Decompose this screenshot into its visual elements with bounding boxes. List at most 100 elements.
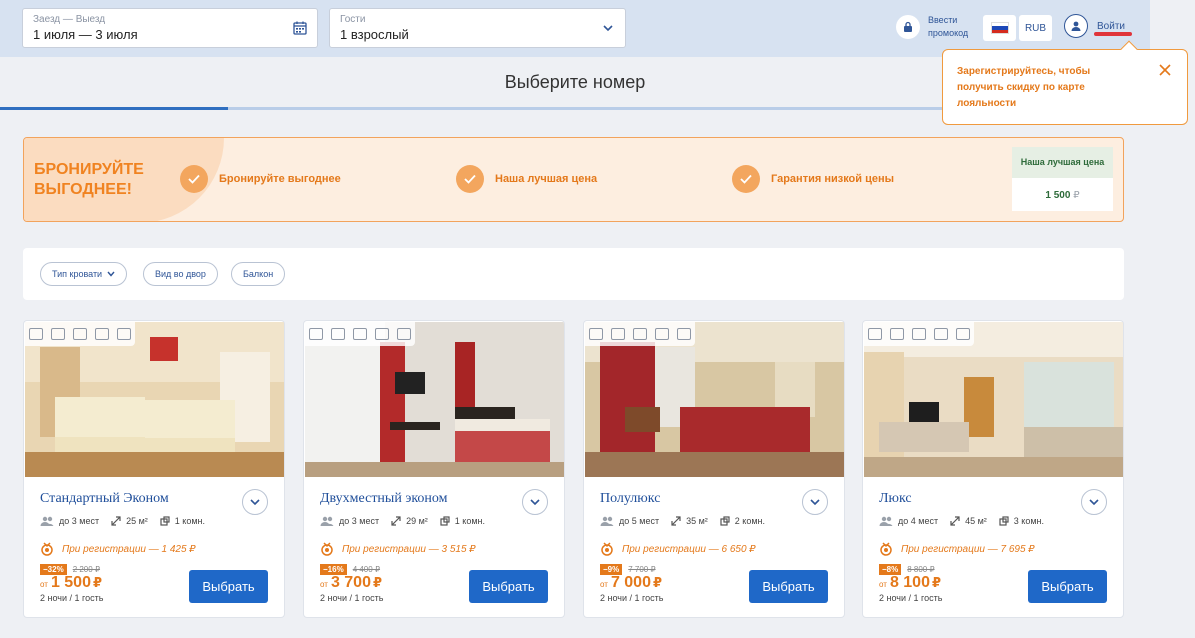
expand-button[interactable] xyxy=(802,489,828,515)
guests-label: Гости xyxy=(340,14,366,25)
price-value: 3 700 xyxy=(330,574,371,591)
room-meta: до 3 мест 25 м² 1 комн. xyxy=(40,516,217,526)
registration-price: При регистрации — 7 695 ₽ xyxy=(879,542,1035,556)
amenities-bar xyxy=(25,322,135,346)
room-area: 25 м² xyxy=(111,516,148,526)
room-name[interactable]: Двухместный эконом xyxy=(320,491,448,507)
room-photo[interactable] xyxy=(864,322,1123,477)
tv-icon xyxy=(73,328,87,340)
chevron-down-icon xyxy=(530,498,540,505)
room-area: 35 м² xyxy=(671,516,708,526)
room-count: 2 комн. xyxy=(720,516,765,526)
expand-button[interactable] xyxy=(242,489,268,515)
dates-field[interactable]: Заезд — Выезд 1 июля — 3 июля xyxy=(22,8,318,48)
resize-icon xyxy=(111,516,121,526)
door-icon xyxy=(720,516,730,526)
dates-label: Заезд — Выезд xyxy=(33,14,106,25)
price-currency: ₽ xyxy=(931,575,942,590)
promo-code-label: Ввести промокод xyxy=(928,14,968,40)
amenities-bar xyxy=(864,322,974,346)
room-card: Двухместный эконом до 3 мест 29 м² 1 ком… xyxy=(303,320,565,618)
benefit-label: Наша лучшая цена xyxy=(495,173,598,185)
best-price-currency: ₽ xyxy=(1073,190,1080,201)
rooms-text: 1 комн. xyxy=(454,516,485,526)
rooms-text: 1 комн. xyxy=(174,516,205,526)
room-name[interactable]: Стандартный Эконом xyxy=(40,491,169,507)
chevron-down-icon xyxy=(250,498,260,505)
wifi-icon xyxy=(934,328,948,340)
filter-balcony[interactable]: Балкон xyxy=(231,262,286,286)
room-card: Люкс до 4 мест 45 м² 3 комн. При регистр… xyxy=(862,320,1124,618)
guests-field[interactable]: Гости 1 взрослый xyxy=(329,8,626,48)
check-icon xyxy=(180,165,208,193)
amenities-bar xyxy=(305,322,415,346)
heater-icon xyxy=(677,328,691,340)
select-room-button[interactable]: Выбрать xyxy=(189,570,268,603)
promo-line-1: Ввести xyxy=(928,15,958,25)
room-photo[interactable] xyxy=(585,322,844,477)
guests-value: 1 взрослый xyxy=(340,27,409,42)
price-currency: ₽ xyxy=(92,575,103,590)
banner-headline-line-2: ВЫГОДНЕЕ! xyxy=(34,181,132,198)
old-price: 7 700 ₽ xyxy=(628,565,656,574)
shower-icon xyxy=(117,328,131,340)
expand-button[interactable] xyxy=(1081,489,1107,515)
room-photo[interactable] xyxy=(25,322,284,477)
currency-selector[interactable]: RUB xyxy=(1019,15,1052,41)
chevron-down-icon xyxy=(603,25,613,32)
guests-text: до 5 мест xyxy=(619,516,660,526)
guests-text: до 3 мест xyxy=(59,516,100,526)
area-text: 29 м² xyxy=(406,516,428,526)
stay-info: 2 ночи / 1 гость xyxy=(320,593,384,603)
promo-line-2: промокод xyxy=(928,28,969,38)
resize-icon xyxy=(671,516,681,526)
room-photo[interactable] xyxy=(305,322,564,477)
chevron-down-icon xyxy=(107,271,115,277)
best-price-box: Наша лучшая цена 1 500 ₽ xyxy=(1012,147,1113,211)
price-row: от 7 000 ₽ xyxy=(600,574,662,592)
guests-text: до 4 мест xyxy=(898,516,939,526)
filter-courtyard-view[interactable]: Вид во двор xyxy=(143,262,218,286)
air-conditioner-icon xyxy=(51,328,65,340)
language-selector[interactable] xyxy=(983,15,1016,41)
door-icon xyxy=(160,516,170,526)
close-icon[interactable] xyxy=(1159,64,1171,76)
select-room-button[interactable]: Выбрать xyxy=(1028,570,1107,603)
room-card: Полулюкс до 5 мест 35 м² 2 комн. При рег… xyxy=(583,320,845,618)
toiletries-icon xyxy=(956,328,970,340)
wifi-icon xyxy=(29,328,43,340)
people-icon xyxy=(600,516,614,526)
banner-headline-line-1: БРОНИРУЙТЕ xyxy=(34,161,144,178)
room-area: 45 м² xyxy=(950,516,987,526)
select-room-button[interactable]: Выбрать xyxy=(749,570,828,603)
registration-price: При регистрации — 3 515 ₽ xyxy=(320,542,476,556)
guests-capacity: до 4 мест xyxy=(879,516,938,526)
tv-icon xyxy=(309,328,323,340)
guests-text: до 3 мест xyxy=(339,516,380,526)
rooms-text: 3 комн. xyxy=(1013,516,1044,526)
room-name[interactable]: Люкс xyxy=(879,491,912,507)
chevron-down-icon xyxy=(1089,498,1099,505)
filter-bed-type[interactable]: Тип кровати xyxy=(40,262,128,286)
dates-value: 1 июля — 3 июля xyxy=(33,27,138,42)
expand-button[interactable] xyxy=(522,489,548,515)
resize-icon xyxy=(950,516,960,526)
login-label: Войти xyxy=(1097,20,1125,32)
medal-icon xyxy=(880,542,892,556)
filter-label: Тип кровати xyxy=(52,269,103,279)
resize-icon xyxy=(391,516,401,526)
best-price-value-row: 1 500 ₽ xyxy=(1012,178,1113,201)
benefits-banner: БРОНИРУЙТЕ ВЫГОДНЕЕ! Бронируйте выгоднее… xyxy=(23,137,1124,222)
registration-text: При регистрации — 7 695 ₽ xyxy=(901,543,1035,555)
best-price-title: Наша лучшая цена xyxy=(1012,147,1113,178)
stay-info: 2 ночи / 1 гость xyxy=(40,593,104,603)
promo-code-button[interactable]: Ввести промокод xyxy=(896,14,968,40)
room-meta: до 5 мест 35 м² 2 комн. xyxy=(600,516,777,526)
old-price: 2 200 ₽ xyxy=(72,565,101,574)
select-room-button[interactable]: Выбрать xyxy=(469,570,548,603)
room-name[interactable]: Полулюкс xyxy=(600,491,660,507)
price-value: 8 100 xyxy=(889,574,930,591)
room-card: Стандартный Эконом до 3 мест 25 м² 1 ком… xyxy=(23,320,285,618)
guests-capacity: до 3 мест xyxy=(40,516,99,526)
guests-capacity: до 5 мест xyxy=(600,516,659,526)
